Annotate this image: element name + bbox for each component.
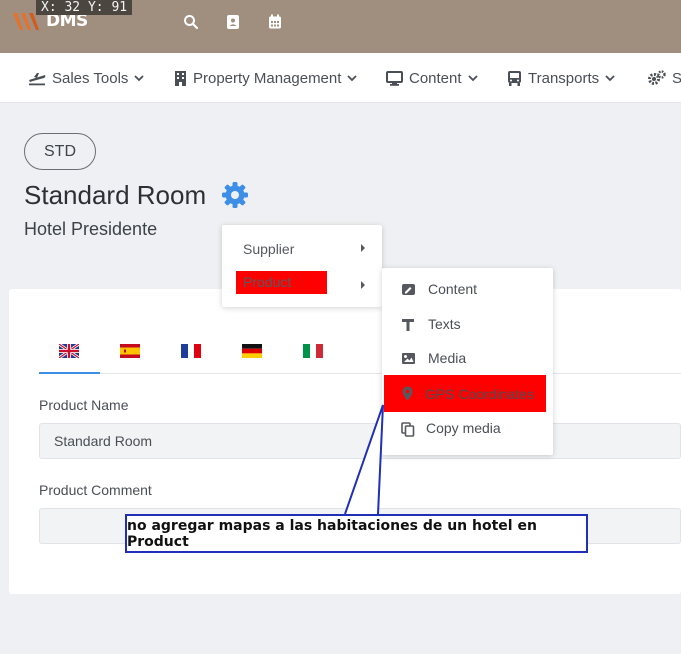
callout-pointer xyxy=(344,404,384,515)
annotation-note: no agregar mapas a las habitaciones de u… xyxy=(125,514,588,553)
